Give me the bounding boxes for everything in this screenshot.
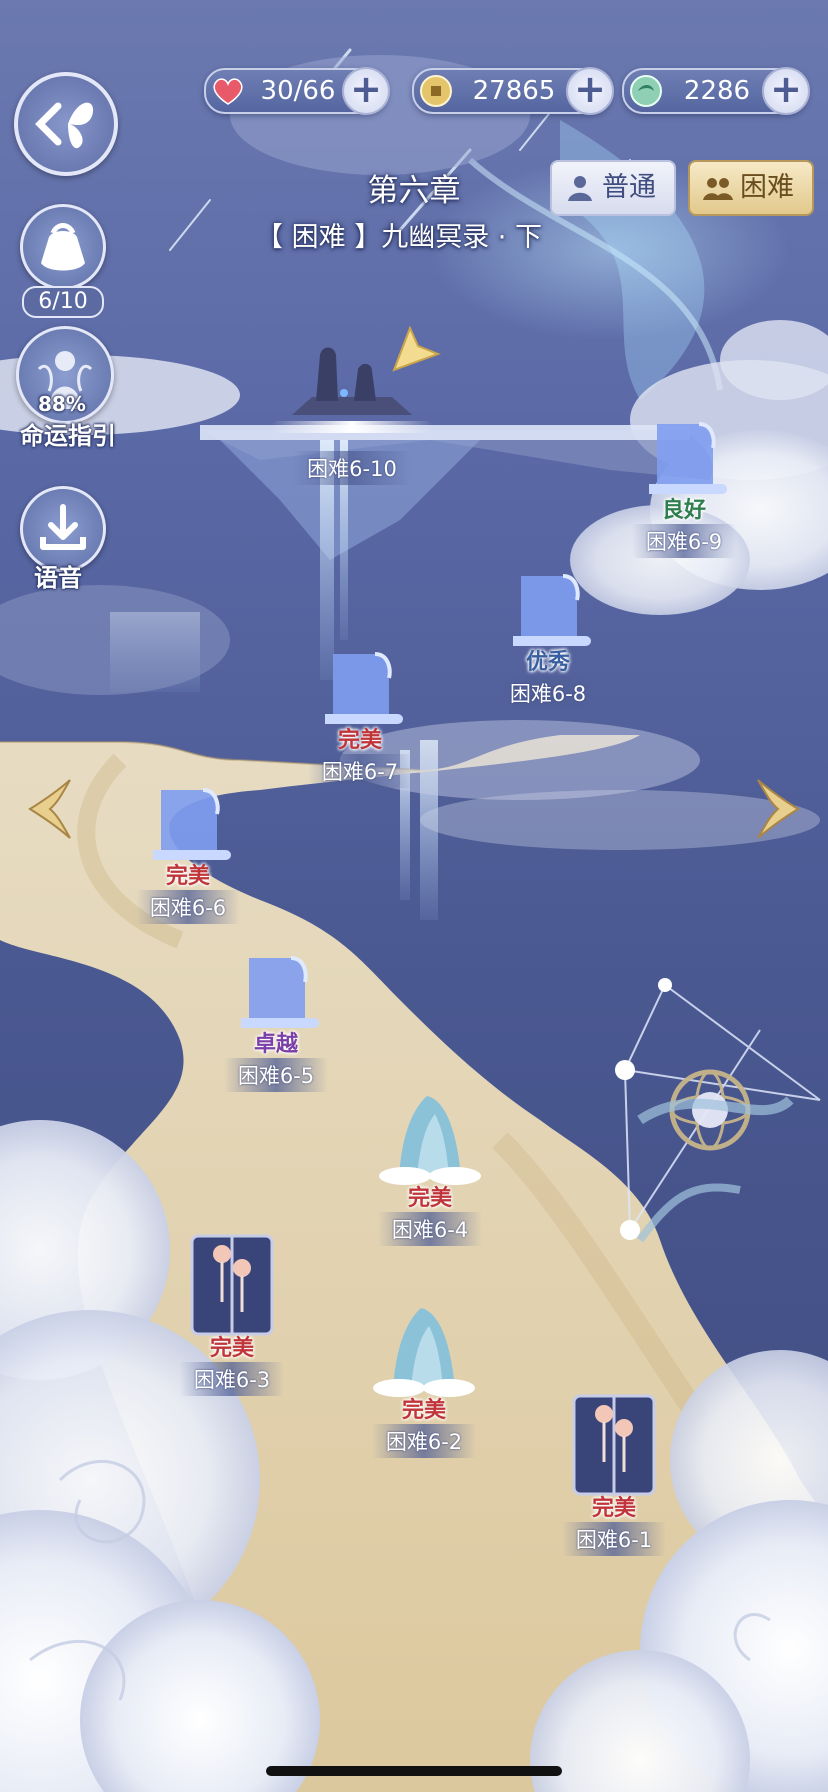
stage-grade: 卓越	[253, 1032, 298, 1057]
stage-grade: 完美	[337, 728, 382, 753]
normal-mode-button[interactable]: 普通	[550, 160, 676, 216]
scroll-icon	[325, 652, 403, 724]
stage-grade: 完美	[165, 864, 210, 889]
normal-mode-label: 普通	[602, 172, 656, 203]
home-indicator[interactable]	[266, 1766, 562, 1776]
butterfly-back-icon	[35, 102, 94, 149]
mountain-icon	[379, 1096, 481, 1185]
voice-label: 语音	[34, 564, 82, 592]
stamina-bar: 30/66 +	[204, 67, 390, 115]
stage-label: 困难6-1	[561, 1522, 667, 1556]
stage-platform	[272, 421, 432, 433]
mountain-icon	[373, 1308, 475, 1397]
hard-mode-button[interactable]: 困难	[688, 160, 814, 216]
stage-label: 困难6-7	[307, 754, 413, 788]
stage-6-9[interactable]: 良好 困难6-9	[594, 418, 774, 558]
gate-icon	[572, 1394, 656, 1496]
stage-label: 困难6-5	[223, 1058, 329, 1092]
stage-6-5[interactable]: 卓越 困难6-5	[186, 952, 366, 1092]
stage-label: 困难6-4	[377, 1212, 483, 1246]
stamina-value: 30/66	[260, 76, 336, 106]
next-chapter-arrow-icon[interactable]	[750, 774, 804, 844]
coins-value: 27865	[472, 76, 556, 106]
add-coins-button[interactable]: +	[566, 67, 614, 115]
back-button[interactable]	[14, 72, 118, 176]
stage-6-7[interactable]: 完美 困难6-7	[270, 648, 450, 788]
stage-label: 困难6-8	[495, 676, 601, 710]
scroll-icon	[153, 788, 231, 860]
gate-icon	[190, 1234, 274, 1336]
bag-count-badge: 6/10	[22, 286, 104, 318]
stage-label: 困难6-2	[371, 1424, 477, 1458]
scroll-icon	[241, 956, 319, 1028]
pouch-icon	[41, 223, 85, 271]
stage-label: 困难6-6	[135, 890, 241, 924]
stage-label: 困难6-10	[293, 451, 411, 485]
stage-grade: 良好	[661, 498, 706, 523]
scroll-icon	[649, 422, 727, 494]
stage-grade: 完美	[407, 1186, 452, 1211]
scroll-icon	[513, 574, 591, 646]
stage-6-6[interactable]: 完美 困难6-6	[98, 784, 278, 924]
stage-6-8[interactable]: 优秀 困难6-8	[458, 570, 638, 710]
fate-guide-percent: 88%	[38, 392, 86, 416]
stage-grade: 优秀	[525, 650, 570, 675]
prev-chapter-arrow-icon[interactable]	[24, 774, 78, 844]
stage-grade: 完美	[209, 1336, 254, 1361]
bag-button[interactable]	[20, 204, 106, 290]
stage-6-2[interactable]: 完美 困难6-2	[334, 1302, 514, 1458]
coin-icon	[420, 75, 452, 107]
stage-6-1[interactable]: 完美 困难6-1	[524, 1392, 704, 1556]
group-icon	[703, 178, 733, 200]
add-stamina-button[interactable]: +	[342, 67, 390, 115]
stage-label: 困难6-9	[631, 524, 737, 558]
stage-grade: 完美	[591, 1496, 636, 1521]
fate-guide-label: 命运指引	[20, 422, 116, 450]
add-gems-button[interactable]: +	[762, 67, 810, 115]
coins-bar: 27865 +	[412, 67, 614, 115]
gems-bar: 2286 +	[622, 67, 810, 115]
stage-6-3[interactable]: 完美 困难6-3	[142, 1232, 322, 1396]
heart-icon	[213, 78, 243, 105]
current-stage-pointer-icon	[392, 325, 441, 372]
gems-value: 2286	[683, 76, 751, 106]
download-icon	[40, 504, 86, 550]
stage-6-4[interactable]: 完美 困难6-4	[340, 1090, 520, 1246]
stage-grade: 完美	[401, 1398, 446, 1423]
chapter-subtitle: 【 困难 】九幽冥录 · 下	[256, 222, 542, 253]
hard-mode-label: 困难	[740, 172, 794, 203]
stage-label: 困难6-3	[179, 1362, 285, 1396]
jade-icon	[630, 75, 662, 107]
person-icon	[568, 176, 592, 201]
